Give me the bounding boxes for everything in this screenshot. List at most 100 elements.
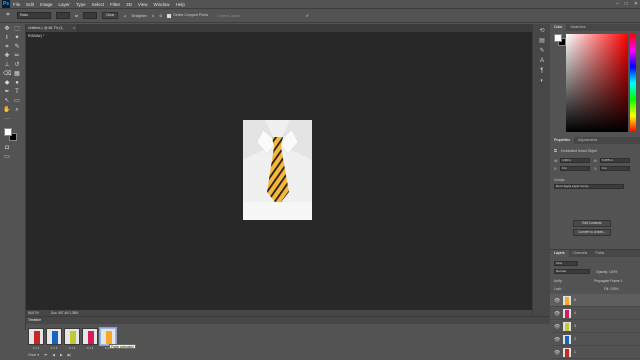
ratio-width-field[interactable] xyxy=(56,12,70,19)
timeline-frame-1[interactable]: 0.1 ▾ xyxy=(28,328,44,352)
pen-tool-icon[interactable]: ✒ xyxy=(3,89,11,96)
frame-delay[interactable]: 0.1 ▾ xyxy=(28,346,44,350)
minimize-button[interactable]: – xyxy=(616,1,619,7)
layer-row[interactable]: 👁 2 xyxy=(550,333,640,346)
width-field[interactable]: 4.36 in xyxy=(560,158,590,163)
zoom-tool-icon[interactable]: ⌕ xyxy=(13,107,21,114)
menu-image[interactable]: Image xyxy=(37,2,56,7)
y-field[interactable]: 0 in xyxy=(600,166,630,171)
propagate-frame-checkbox[interactable]: Propagate Frame 1 xyxy=(594,279,622,283)
shape-tool-icon[interactable]: ▭ xyxy=(13,98,21,105)
brush-panel-icon[interactable]: ✎ xyxy=(538,48,546,55)
menu-3d[interactable]: 3D xyxy=(123,2,135,7)
hand-tool-icon[interactable]: ✋ xyxy=(3,107,11,114)
healing-brush-tool-icon[interactable]: ✚ xyxy=(3,53,11,60)
tab-swatches[interactable]: Swatches xyxy=(566,24,589,31)
frame-delay[interactable]: 0.1 ▾ xyxy=(82,346,98,350)
settings-gear-icon[interactable]: ⚙ xyxy=(159,14,162,18)
opacity-field[interactable]: Opacity: 100% xyxy=(596,270,617,274)
marquee-tool-icon[interactable]: ⬚ xyxy=(13,26,21,33)
brush-tool-icon[interactable]: ✏ xyxy=(13,53,21,60)
eyedropper-tool-icon[interactable]: ✎ xyxy=(13,44,21,51)
previous-frame-icon[interactable]: ◀ xyxy=(52,353,55,357)
ratio-select[interactable]: Ratio xyxy=(17,12,51,19)
play-icon[interactable]: ▶ xyxy=(60,353,63,357)
layer-filter-select[interactable]: Kind xyxy=(554,261,578,266)
frame-delay[interactable]: 0.1 ▾ xyxy=(46,346,62,350)
fill-field[interactable]: Fill: 100% xyxy=(604,287,618,291)
layer-row[interactable]: 👁 4 xyxy=(550,307,640,320)
properties-panel-icon[interactable]: ▤ xyxy=(538,38,546,45)
character-panel-icon[interactable]: A xyxy=(538,58,546,65)
comps-select[interactable]: Don't Apply Layer Comp xyxy=(554,184,624,189)
canvas-workspace[interactable]: Untitled-1 @ 66.7% (1, RGB/8#) * × xyxy=(26,24,532,316)
tab-adjustments[interactable]: Adjustments xyxy=(574,137,601,144)
tab-color[interactable]: Color xyxy=(550,24,567,31)
move-tool-icon[interactable]: ✥ xyxy=(3,26,11,33)
tab-paths[interactable]: Paths xyxy=(591,250,608,257)
tab-layers[interactable]: Layers xyxy=(550,250,569,257)
clone-stamp-tool-icon[interactable]: ⊥ xyxy=(3,62,11,69)
timeline-frame-3[interactable]: 0.1 ▾ xyxy=(64,328,80,352)
first-frame-icon[interactable]: ⏮ xyxy=(44,353,47,357)
menu-layer[interactable]: Layer xyxy=(56,2,73,7)
clear-button[interactable]: Clear xyxy=(101,12,119,19)
ratio-height-field[interactable] xyxy=(82,12,97,19)
loop-select[interactable]: Once ▾ xyxy=(28,353,39,357)
straighten-icon[interactable]: ⊿ xyxy=(123,14,126,18)
blend-mode-select[interactable]: Normal xyxy=(554,269,590,274)
history-panel-icon[interactable]: ⟲ xyxy=(538,28,546,35)
more-tools-icon[interactable]: ··· xyxy=(3,116,11,123)
menu-edit[interactable]: Edit xyxy=(23,2,37,7)
hue-slider[interactable] xyxy=(630,34,636,132)
timeline-header[interactable]: Timeline xyxy=(26,317,550,324)
layer-row[interactable]: 👁 3 xyxy=(550,320,640,333)
menu-window[interactable]: Window xyxy=(151,2,173,7)
foreground-color-swatch[interactable] xyxy=(554,34,562,42)
path-selection-tool-icon[interactable]: ↖ xyxy=(3,98,11,105)
layer-row[interactable]: 👁 5 xyxy=(550,294,640,307)
eye-icon[interactable]: 👁 xyxy=(554,311,560,317)
timeline-frame-2[interactable]: 0.1 ▾ xyxy=(46,328,62,352)
history-brush-tool-icon[interactable]: ↺ xyxy=(13,62,21,69)
paragraph-panel-icon[interactable]: ¶ xyxy=(538,68,546,75)
tab-properties[interactable]: Properties xyxy=(550,137,574,144)
close-document-icon[interactable]: × xyxy=(73,24,75,32)
crop-tool-preset-icon[interactable]: ⌗ xyxy=(4,12,12,19)
delete-cropped-checkbox[interactable]: Delete Cropped Pixels xyxy=(167,13,208,18)
swap-icon[interactable]: ⇄ xyxy=(75,14,78,18)
type-tool-icon[interactable]: T xyxy=(13,89,21,96)
document-canvas[interactable] xyxy=(243,120,312,220)
lasso-tool-icon[interactable]: ℓ xyxy=(3,35,11,42)
menu-help[interactable]: Help xyxy=(173,2,188,7)
frame-delay[interactable]: 0.1 ▾ xyxy=(64,346,80,350)
crop-tool-icon[interactable]: ⌗ xyxy=(3,44,11,51)
maximize-button[interactable]: □ xyxy=(625,1,628,7)
blur-tool-icon[interactable]: ◆ xyxy=(3,80,11,87)
adjust-panel-icon[interactable]: ◐ xyxy=(538,78,546,85)
menu-type[interactable]: Type xyxy=(73,2,89,7)
quick-mask-icon[interactable]: ◘ xyxy=(3,145,11,152)
eye-icon[interactable]: 👁 xyxy=(554,350,560,356)
menu-select[interactable]: Select xyxy=(89,2,108,7)
document-tab[interactable]: Untitled-1 @ 66.7% (1, RGB/8#) * × xyxy=(26,24,78,38)
x-field[interactable]: 0 in xyxy=(560,166,590,171)
close-window-button[interactable]: ✕ xyxy=(634,1,638,7)
overlay-grid-icon[interactable]: # xyxy=(152,14,154,18)
reset-icon[interactable]: ↺ xyxy=(305,14,308,18)
menu-file[interactable]: File xyxy=(10,2,23,7)
screen-mode-icon[interactable]: ▭ xyxy=(3,154,11,161)
magic-wand-tool-icon[interactable]: ✦ xyxy=(13,35,21,42)
timeline-frame-4[interactable]: 0.1 ▾ xyxy=(82,328,98,352)
convert-to-linked-button[interactable]: Convert to Linked... xyxy=(573,229,611,236)
edit-contents-button[interactable]: Edit Contents xyxy=(573,220,611,227)
height-field[interactable]: 6.255 in xyxy=(600,158,630,163)
eye-icon[interactable]: 👁 xyxy=(554,324,560,330)
content-aware-checkbox-label[interactable]: Content-Aware xyxy=(217,14,240,18)
tab-channels[interactable]: Channels xyxy=(569,250,592,257)
menu-filter[interactable]: Filter xyxy=(107,2,123,7)
foreground-color-swatch[interactable] xyxy=(4,128,12,136)
color-field[interactable] xyxy=(566,34,628,132)
menu-view[interactable]: View xyxy=(135,2,151,7)
layer-row[interactable]: 👁 1 xyxy=(550,346,640,359)
